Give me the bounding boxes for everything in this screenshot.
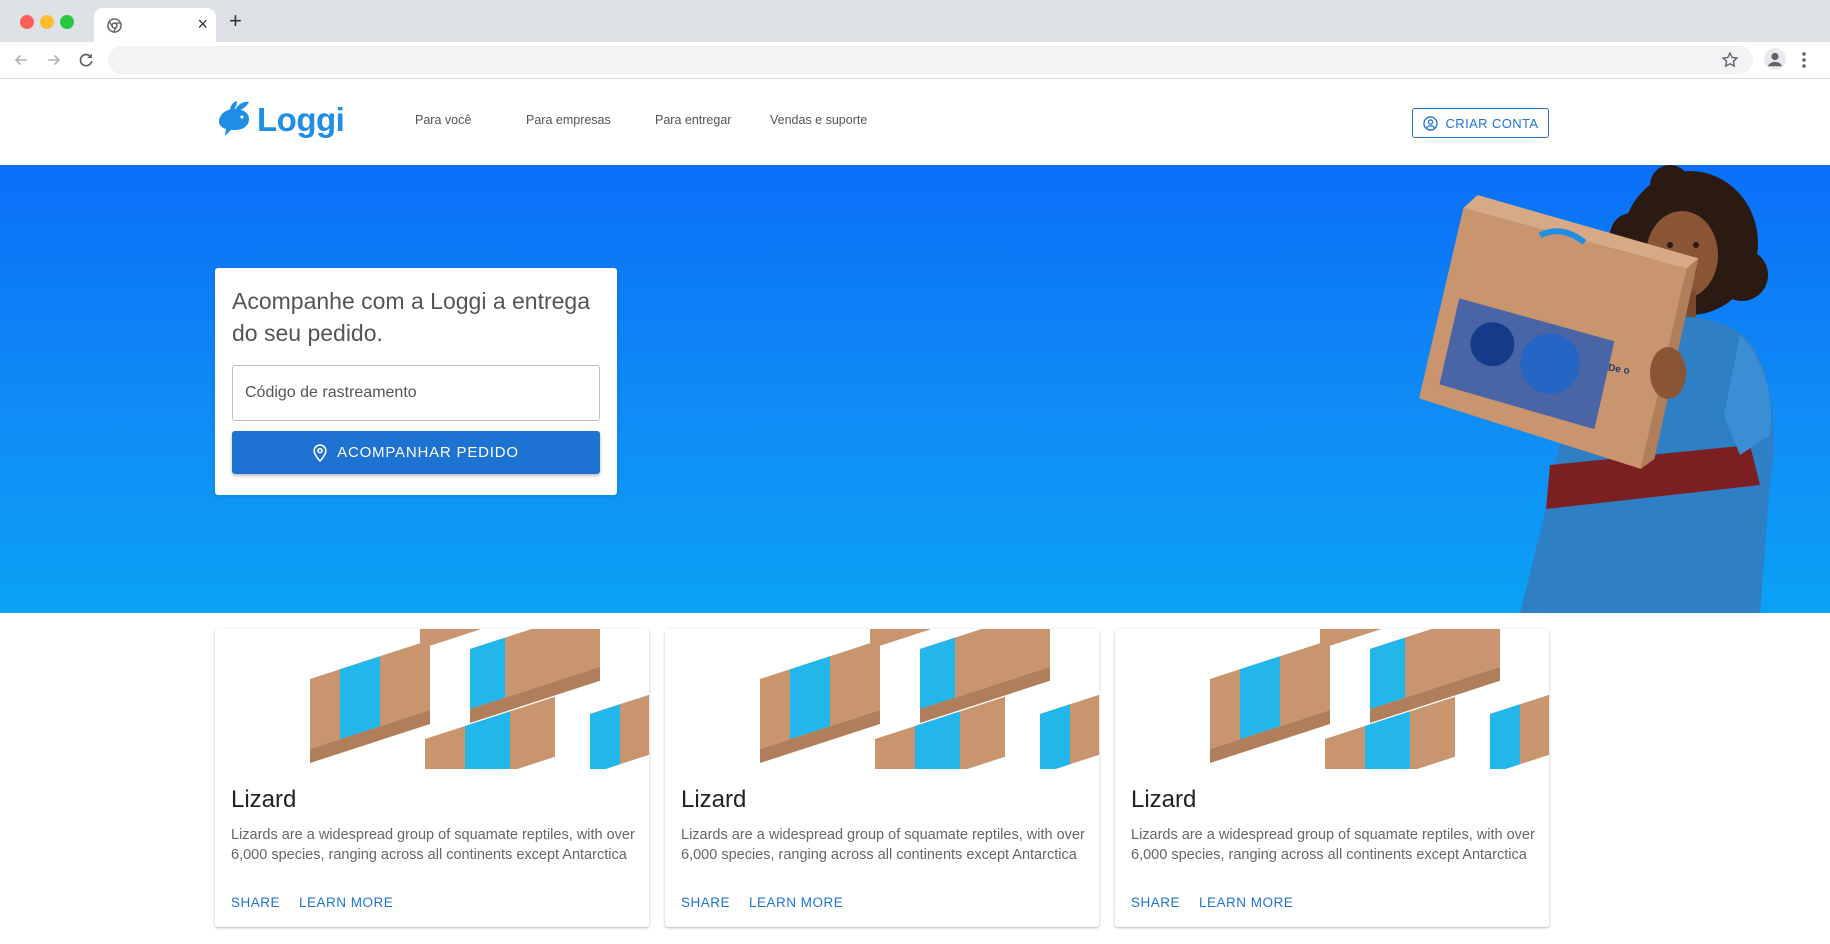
browser-toolbar: [0, 42, 1830, 79]
profile-icon[interactable]: [1764, 48, 1786, 70]
chrome-favicon-icon: [107, 18, 122, 33]
card-text: Lizards are a widespread group of squama…: [1131, 827, 1535, 863]
reload-icon[interactable]: [75, 49, 97, 71]
nav-vendas-suporte[interactable]: Vendas e suporte: [770, 113, 867, 127]
card-text: Lizards are a widespread group of squama…: [231, 827, 635, 863]
rabbit-logo-icon: [219, 101, 249, 136]
content-card: Lizard Lizards are a widespread group of…: [1115, 629, 1549, 927]
content-card: Lizard Lizards are a widespread group of…: [215, 629, 649, 927]
content-card: Lizard Lizards are a widespread group of…: [665, 629, 1099, 927]
hero-banner: Acompanhe com a Loggi a entrega do seu p…: [0, 165, 1830, 613]
card-title: Lizard: [681, 786, 747, 813]
loggi-logo[interactable]: Loggi: [213, 98, 345, 142]
learn-more-button[interactable]: LEARN MORE: [299, 895, 393, 910]
track-order-label: ACOMPANHAR PEDIDO: [337, 444, 519, 461]
nav-para-voce[interactable]: Para você: [415, 113, 471, 127]
share-button[interactable]: SHARE: [231, 895, 280, 910]
browser-tab[interactable]: ×: [94, 8, 216, 42]
card-title: Lizard: [231, 786, 297, 813]
window-close-dot[interactable]: [20, 15, 34, 29]
boxes-image: [665, 629, 1099, 769]
create-account-button[interactable]: CRIAR CONTA: [1412, 108, 1549, 138]
learn-more-button[interactable]: LEARN MORE: [1199, 895, 1293, 910]
card-title: Lizard: [1131, 786, 1197, 813]
browser-tab-bar: × +: [0, 0, 1830, 42]
card-text: Lizards are a widespread group of squama…: [681, 827, 1085, 863]
tab-close-icon[interactable]: ×: [197, 14, 208, 34]
new-tab-icon[interactable]: +: [229, 10, 242, 32]
logo-wordmark: Loggi: [257, 101, 345, 138]
track-order-button[interactable]: ACOMPANHAR PEDIDO: [232, 431, 600, 474]
location-pin-icon: [313, 443, 327, 462]
share-button[interactable]: SHARE: [1131, 895, 1180, 910]
woman-holding-box-image: De o: [1419, 165, 1774, 613]
tracking-title: Acompanhe com a Loggi a entrega do seu p…: [232, 288, 591, 346]
nav-para-empresas[interactable]: Para empresas: [526, 113, 611, 127]
star-icon[interactable]: [1721, 51, 1739, 69]
window-maximize-dot[interactable]: [60, 15, 74, 29]
forward-arrow-icon[interactable]: [43, 49, 65, 71]
share-button[interactable]: SHARE: [681, 895, 730, 910]
account-circle-icon: [1422, 115, 1438, 131]
address-bar[interactable]: [108, 46, 1753, 74]
more-vert-icon[interactable]: [1800, 50, 1808, 70]
learn-more-button[interactable]: LEARN MORE: [749, 895, 843, 910]
tracking-card: Acompanhe com a Loggi a entrega do seu p…: [215, 268, 617, 495]
back-arrow-icon[interactable]: [10, 49, 32, 71]
window-minimize-dot[interactable]: [40, 15, 54, 29]
boxes-image: [1115, 629, 1549, 769]
site-header: Loggi Para você Para empresas Para entre…: [0, 80, 1830, 165]
boxes-image: [215, 629, 649, 769]
create-account-label: CRIAR CONTA: [1445, 115, 1539, 131]
nav-para-entregar[interactable]: Para entregar: [655, 113, 731, 127]
tracking-code-input[interactable]: [232, 365, 600, 421]
